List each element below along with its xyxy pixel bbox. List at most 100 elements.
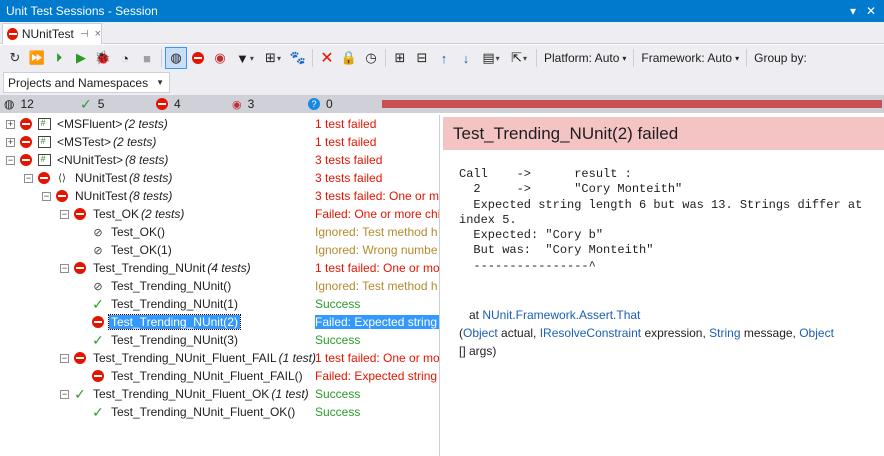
tree-item-count: (8 tests) (125, 153, 169, 167)
expand-all-icon[interactable]: ⊞ (389, 47, 411, 69)
tree-row[interactable]: ⊘ Test_OK() Ignored: Test method h (0, 223, 439, 241)
separator (161, 49, 162, 67)
tree-item-status: Success (315, 297, 361, 311)
collapse-icon[interactable]: − (60, 389, 69, 399)
run-all-icon[interactable]: ⏩ (26, 47, 48, 69)
result-title: Test_Trending_NUnit(2) failed (443, 117, 884, 150)
tree-row[interactable]: ⊘ Test_Trending_NUnit() Ignored: Test me… (0, 277, 439, 295)
stop-icon[interactable]: ■ (136, 47, 158, 69)
remove-icon[interactable]: ✕ (316, 47, 338, 69)
type-link[interactable]: Object (463, 326, 498, 340)
collapse-icon[interactable]: − (24, 173, 33, 183)
tree-item-status: Success (315, 387, 361, 401)
tree-row[interactable]: + <MSFluent> (2 tests) 1 test failed (0, 115, 439, 133)
unknown-count[interactable]: ? 0 (308, 95, 333, 113)
collapse-icon[interactable]: − (60, 353, 69, 363)
type-link[interactable]: Object (799, 326, 834, 340)
tree-row[interactable]: − ✓ Test_Trending_NUnit_Fluent_OK (1 tes… (0, 385, 439, 403)
show-all-tests-icon[interactable]: ◍ (165, 47, 187, 69)
collapse-all-icon[interactable]: ⊟ (411, 47, 433, 69)
stack-trace: at NUnit.Framework.Assert.That (Object a… (459, 308, 834, 358)
tree-row[interactable]: + <MSTest> (2 tests) 1 test failed (0, 133, 439, 151)
tree-item-status: 1 test failed (315, 117, 377, 131)
total-count[interactable]: ◍ 12 (4, 95, 34, 113)
layout-icon[interactable]: ▤ (477, 47, 505, 69)
tree-row[interactable]: ⊘ Test_OK(1) Ignored: Wrong numbe (0, 241, 439, 259)
tree-row[interactable]: − Test_Trending_NUnit_Fluent_FAIL (1 tes… (0, 349, 439, 367)
tree-item-count: (2 tests) (141, 207, 185, 221)
failed-icon (19, 117, 33, 131)
test-output-text[interactable]: Call -> result : 2 -> "Cory Monteith" Ex… (459, 167, 879, 274)
show-failed-icon[interactable] (187, 47, 209, 69)
tree-row[interactable]: ✓ Test_Trending_NUnit(1) Success (0, 295, 439, 313)
tree-row[interactable]: ✓ Test_Trending_NUnit_Fluent_OK() Succes… (0, 403, 439, 421)
close-tab-icon[interactable]: × (95, 28, 101, 40)
ignored-count[interactable]: ◉ 3 (232, 95, 254, 113)
toolbar: ↻ ⏩ ⏵ ▶ 🐞 ◔ ■ ◍ ◉ ▼ ⊞ 🐾 ✕ 🔒 ◷ ⊞ ⊟ ↑ ↓ ▤ … (0, 45, 884, 71)
arrow-up-icon[interactable]: ↑ (433, 47, 455, 69)
clock-icon[interactable]: ◷ (360, 47, 382, 69)
tree-item-status: Ignored: Test method h (315, 225, 438, 239)
tree-row[interactable]: Test_Trending_NUnit_Fluent_FAIL() Failed… (0, 367, 439, 385)
separator (312, 49, 313, 67)
tree-item-name: <MSTest> (57, 135, 112, 149)
tree-item-status: 1 test failed: One or mo (315, 261, 440, 275)
tree-row[interactable]: ✓ Test_Trending_NUnit(3) Success (0, 331, 439, 349)
collapse-icon[interactable]: − (6, 155, 15, 165)
summary-bar: ◍ 12 ✓ 5 4 ◉ 3 ? 0 (0, 95, 884, 113)
expand-icon[interactable]: + (6, 119, 15, 129)
stack-method-link[interactable]: NUnit.Framework.Assert.That (482, 308, 640, 322)
type-link[interactable]: IResolveConstraint (540, 326, 641, 340)
check-icon: ✓ (92, 332, 104, 348)
test-tree[interactable]: + <MSFluent> (2 tests) 1 test failed + <… (0, 115, 440, 456)
tree-item-status: 3 tests failed (315, 153, 383, 167)
expand-icon[interactable]: + (6, 137, 15, 147)
tree-row-selected[interactable]: Test_Trending_NUnit(2) Failed: Expected … (0, 313, 439, 331)
dropdown-arrow-icon[interactable]: ▾ (844, 2, 862, 20)
lock-icon[interactable]: 🔒 (338, 47, 360, 69)
collapse-icon[interactable]: − (42, 191, 51, 201)
failed-icon (19, 153, 33, 167)
paw-icon[interactable]: 🐾 (287, 47, 309, 69)
tree-row[interactable]: − Test_Trending_NUnit (4 tests) 1 test f… (0, 259, 440, 277)
collapse-icon[interactable]: − (60, 263, 69, 273)
tree-row[interactable]: − Test_OK (2 tests) Failed: One or more … (0, 205, 439, 223)
check-icon: ✓ (92, 296, 104, 312)
pin-icon[interactable]: ⊣ (80, 29, 89, 40)
show-ignored-icon[interactable]: ◉ (209, 47, 231, 69)
run-icon[interactable]: ⏵ (48, 47, 70, 69)
type-link[interactable]: String (709, 326, 740, 340)
test-output-pane[interactable]: Test_Trending_NUnit(2) failed Call -> re… (441, 115, 884, 456)
platform-dropdown[interactable]: Platform: Auto ▾ (540, 51, 630, 65)
tree-row[interactable]: − <NUnitTest> (8 tests) 3 tests failed (0, 151, 439, 169)
tree-item-count: (1 test) (271, 387, 309, 401)
framework-dropdown[interactable]: Framework: Auto ▾ (637, 51, 743, 65)
tree-item-status: 3 tests failed: One or mo (315, 189, 440, 203)
tree-item-name: Test_Trending_NUnit() (111, 279, 232, 293)
tab-label: NUnitTest (21, 27, 74, 41)
filter-icon[interactable]: ▼ (231, 47, 259, 69)
session-tests-icon[interactable]: ⊞ (259, 47, 287, 69)
tab-nunittest[interactable]: NUnitTest ⊣ × (2, 23, 102, 44)
failed-count[interactable]: 4 (156, 95, 181, 113)
collapse-icon[interactable]: − (60, 209, 69, 219)
failed-icon (156, 98, 168, 110)
check-icon: ✓ (80, 96, 92, 112)
grouping-select[interactable]: Projects and Namespaces ▼ (3, 72, 170, 93)
profile-icon[interactable]: ◔ (114, 47, 136, 69)
close-icon[interactable]: ✕ (862, 2, 880, 20)
passed-count[interactable]: ✓ 5 (80, 95, 104, 113)
debug-icon[interactable]: 🐞 (92, 47, 114, 69)
tree-row[interactable]: − NUnitTest (8 tests) 3 tests failed: On… (0, 187, 440, 205)
run-selected-icon[interactable]: ▶ (70, 47, 92, 69)
tree-item-name: Test_Trending_NUnit(2) (108, 314, 241, 330)
tree-item-count: (8 tests) (129, 171, 173, 185)
export-icon[interactable]: ⇱ (505, 47, 533, 69)
tree-item-name: Test_Trending_NUnit_Fluent_FAIL() (111, 369, 303, 383)
tree-row[interactable]: − ⟨⟩ NUnitTest (8 tests) 3 tests failed (0, 169, 439, 187)
tree-item-name: Test_Trending_NUnit(3) (111, 333, 238, 347)
refresh-icon[interactable]: ↻ (4, 47, 26, 69)
tests-icon: ◍ (4, 97, 15, 111)
tree-item-name: Test_Trending_NUnit_Fluent_FAIL (93, 351, 277, 365)
arrow-down-icon[interactable]: ↓ (455, 47, 477, 69)
